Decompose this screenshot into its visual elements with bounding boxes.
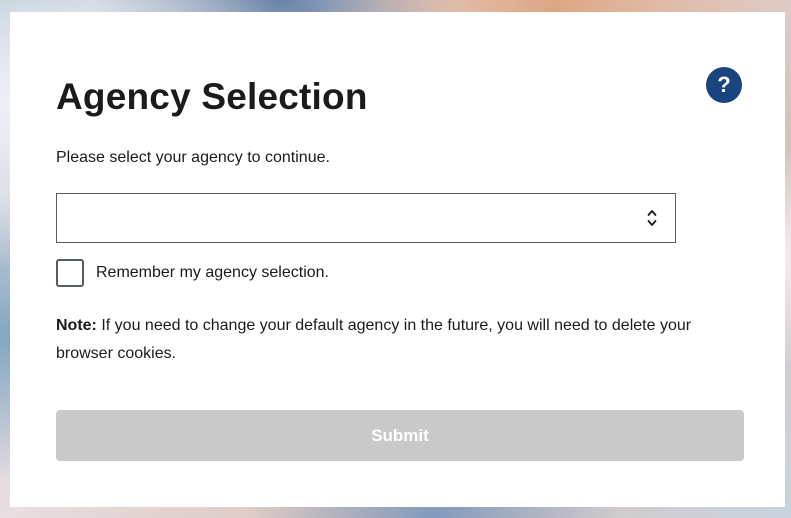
note-prefix: Note: (56, 317, 97, 334)
remember-agency-checkbox[interactable] (56, 259, 84, 287)
help-icon: ? (717, 72, 731, 97)
remember-agency-row: Remember my agency selection. (56, 259, 329, 287)
help-button[interactable]: ? (706, 67, 742, 103)
submit-button[interactable]: Submit (56, 410, 744, 461)
updown-chevron-icon (647, 207, 657, 229)
instructions-text: Please select your agency to continue. (56, 149, 330, 166)
remember-agency-label[interactable]: Remember my agency selection. (96, 264, 329, 282)
note-body: If you need to change your default agenc… (56, 317, 692, 362)
note-text: Note: If you need to change your default… (56, 312, 746, 368)
dialog-title: Agency Selection (56, 76, 368, 117)
agency-selection-dialog: Agency Selection ? Please select your ag… (10, 12, 785, 507)
agency-select[interactable] (56, 193, 676, 243)
